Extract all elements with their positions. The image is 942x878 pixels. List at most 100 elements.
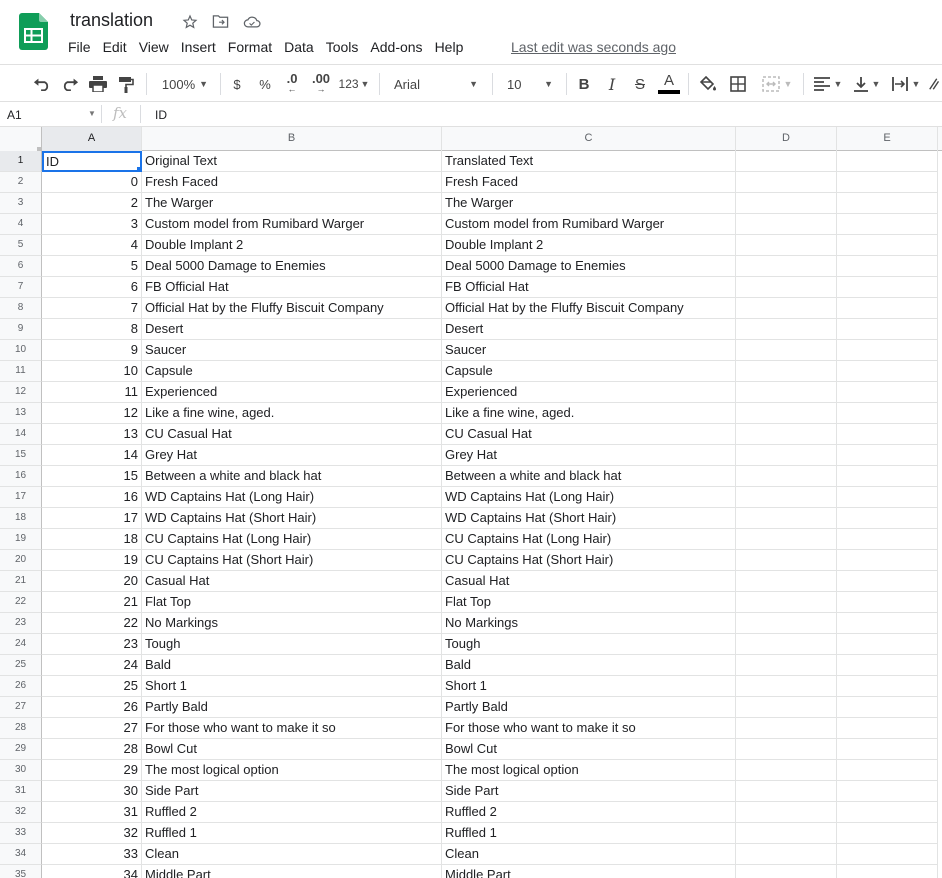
cell-b[interactable]: Between a white and black hat (142, 466, 442, 487)
cell-c[interactable]: Flat Top (442, 592, 736, 613)
cell-a[interactable]: 16 (42, 487, 142, 508)
row-header[interactable]: 33 (0, 823, 42, 844)
cell-b[interactable]: WD Captains Hat (Short Hair) (142, 508, 442, 529)
row-header[interactable]: 8 (0, 298, 42, 319)
cell-d[interactable] (736, 298, 837, 319)
cell-d[interactable] (736, 760, 837, 781)
cell-b[interactable]: Bald (142, 655, 442, 676)
cell-e[interactable] (837, 424, 938, 445)
cloud-status-icon[interactable] (242, 12, 261, 31)
row-header[interactable]: 1 (0, 151, 42, 172)
cell-c[interactable]: FB Official Hat (442, 277, 736, 298)
cell-b[interactable]: Desert (142, 319, 442, 340)
cell-e[interactable] (837, 340, 938, 361)
vertical-align-icon[interactable]: ▼ (850, 73, 884, 95)
cell-d[interactable] (736, 277, 837, 298)
cell-d[interactable] (736, 403, 837, 424)
cell-e[interactable] (837, 445, 938, 466)
cell-e[interactable] (837, 760, 938, 781)
cell-b[interactable]: Ruffled 1 (142, 823, 442, 844)
cell-a[interactable]: 7 (42, 298, 142, 319)
cell-c[interactable]: Ruffled 2 (442, 802, 736, 823)
cell-a[interactable]: 9 (42, 340, 142, 361)
cell-c[interactable]: Experienced (442, 382, 736, 403)
cell-b[interactable]: Partly Bald (142, 697, 442, 718)
chevron-down-icon[interactable]: ▼ (88, 109, 96, 118)
row-header[interactable]: 23 (0, 613, 42, 634)
cell-b[interactable]: WD Captains Hat (Long Hair) (142, 487, 442, 508)
cell-b[interactable]: Deal 5000 Damage to Enemies (142, 256, 442, 277)
cell-e[interactable] (837, 151, 938, 172)
cell-a[interactable]: 17 (42, 508, 142, 529)
cell-b[interactable]: FB Official Hat (142, 277, 442, 298)
cell-c[interactable]: Bald (442, 655, 736, 676)
document-title[interactable]: translation (70, 10, 153, 31)
cell-b[interactable]: For those who want to make it so (142, 718, 442, 739)
cell-b[interactable]: Experienced (142, 382, 442, 403)
borders-icon[interactable] (727, 73, 749, 95)
cell-d[interactable] (736, 697, 837, 718)
cell-d[interactable] (736, 340, 837, 361)
cell-b[interactable]: CU Captains Hat (Long Hair) (142, 529, 442, 550)
cell-b[interactable]: Like a fine wine, aged. (142, 403, 442, 424)
cell-b[interactable]: Clean (142, 844, 442, 865)
cell-a[interactable]: 28 (42, 739, 142, 760)
column-header-e[interactable]: E (837, 127, 938, 151)
cell-d[interactable] (736, 193, 837, 214)
menu-file[interactable]: File (62, 37, 97, 57)
row-header[interactable]: 35 (0, 865, 42, 878)
row-header[interactable]: 24 (0, 634, 42, 655)
column-header-c[interactable]: C (442, 127, 736, 151)
cell-a[interactable]: 19 (42, 550, 142, 571)
redo-icon[interactable] (59, 73, 81, 95)
row-header[interactable]: 16 (0, 466, 42, 487)
row-header[interactable]: 5 (0, 235, 42, 256)
cell-e[interactable] (837, 571, 938, 592)
row-header[interactable]: 15 (0, 445, 42, 466)
cell-d[interactable] (736, 655, 837, 676)
cell-c[interactable]: Middle Part (442, 865, 736, 878)
row-header[interactable]: 9 (0, 319, 42, 340)
row-header[interactable]: 6 (0, 256, 42, 277)
menu-data[interactable]: Data (278, 37, 320, 57)
cell-e[interactable] (837, 676, 938, 697)
menu-help[interactable]: Help (429, 37, 470, 57)
cell-c[interactable]: The most logical option (442, 760, 736, 781)
cell-e[interactable] (837, 823, 938, 844)
row-header[interactable]: 13 (0, 403, 42, 424)
cell-c[interactable]: Capsule (442, 361, 736, 382)
cell-b[interactable]: Double Implant 2 (142, 235, 442, 256)
cell-a[interactable]: 11 (42, 382, 142, 403)
fill-color-icon[interactable] (697, 73, 719, 95)
cell-a[interactable]: 0 (42, 172, 142, 193)
cell-c[interactable]: Casual Hat (442, 571, 736, 592)
menu-tools[interactable]: Tools (320, 37, 365, 57)
row-header[interactable]: 12 (0, 382, 42, 403)
cell-a[interactable]: 15 (42, 466, 142, 487)
cell-c[interactable]: Between a white and black hat (442, 466, 736, 487)
menu-format[interactable]: Format (222, 37, 278, 57)
cell-a[interactable]: 8 (42, 319, 142, 340)
cell-a[interactable]: 27 (42, 718, 142, 739)
cell-a[interactable]: 13 (42, 424, 142, 445)
cell-a[interactable]: 20 (42, 571, 142, 592)
row-header[interactable]: 18 (0, 508, 42, 529)
cell-d[interactable] (736, 571, 837, 592)
cell-d[interactable] (736, 718, 837, 739)
cell-e[interactable] (837, 592, 938, 613)
cell-d[interactable] (736, 550, 837, 571)
row-header[interactable]: 7 (0, 277, 42, 298)
cell-e[interactable] (837, 613, 938, 634)
cell-d[interactable] (736, 781, 837, 802)
cell-d[interactable] (736, 487, 837, 508)
cell-c[interactable]: Fresh Faced (442, 172, 736, 193)
text-rotation-icon[interactable] (928, 73, 942, 95)
cell-b[interactable]: Ruffled 2 (142, 802, 442, 823)
cell-a[interactable]: 6 (42, 277, 142, 298)
cell-b[interactable]: Official Hat by the Fluffy Biscuit Compa… (142, 298, 442, 319)
percent-format-button[interactable]: % (255, 73, 275, 95)
cell-c[interactable]: Official Hat by the Fluffy Biscuit Compa… (442, 298, 736, 319)
cell-e[interactable] (837, 781, 938, 802)
row-header[interactable]: 26 (0, 676, 42, 697)
column-header-a[interactable]: A (42, 127, 142, 151)
